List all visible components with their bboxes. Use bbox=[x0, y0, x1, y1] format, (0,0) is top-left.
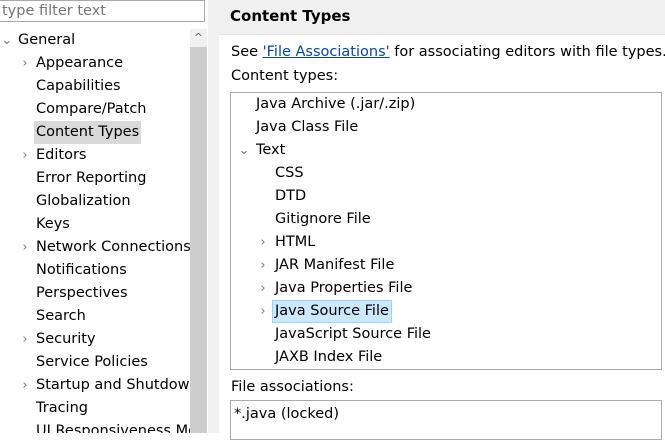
chevron-right-icon[interactable]: › bbox=[256, 300, 270, 323]
chevron-right-icon[interactable]: › bbox=[18, 374, 32, 397]
tree-item-label: Perspectives bbox=[36, 285, 128, 301]
chevron-right-icon[interactable]: › bbox=[18, 236, 32, 259]
tree-item-label: Editors bbox=[36, 147, 87, 163]
tree-item-label: Error Reporting bbox=[36, 170, 147, 186]
content-type-label: Java Archive (.jar/.zip) bbox=[256, 96, 416, 112]
tree-item-label: Startup and Shutdown bbox=[36, 377, 190, 393]
content-type-label: Gitignore File bbox=[275, 211, 371, 227]
tree-item-label: Notifications bbox=[36, 262, 127, 278]
content-type-label: DTD bbox=[275, 188, 307, 204]
content-type-label: Java Source File bbox=[272, 300, 392, 323]
tree-item-label: General bbox=[18, 32, 76, 48]
content-types-label: Content types: bbox=[231, 68, 339, 84]
tree-item-label: Network Connections bbox=[36, 239, 190, 255]
content-type-label: JAR Manifest File bbox=[275, 257, 395, 273]
tree-item-label: Tracing bbox=[36, 400, 88, 416]
preferences-tree: ⌄ General › Appearance Capabilities Compare… bbox=[0, 29, 190, 433]
tree-item-label: Content Types bbox=[34, 121, 142, 144]
chevron-down-icon[interactable]: ⌄ bbox=[0, 29, 14, 52]
chevron-right-icon[interactable]: › bbox=[18, 52, 32, 75]
tree-item-label: UI Responsiveness Monitoring bbox=[36, 423, 190, 433]
chevron-right-icon[interactable]: › bbox=[18, 328, 32, 351]
chevron-right-icon[interactable]: › bbox=[256, 231, 270, 254]
left-scrollbar-thumb[interactable] bbox=[190, 47, 207, 433]
file-association-item[interactable]: *.java (locked) bbox=[234, 404, 339, 424]
page-description: See 'File Associations' for associating … bbox=[231, 42, 665, 62]
tree-item-label: Capabilities bbox=[36, 78, 121, 94]
page-title: Content Types bbox=[230, 7, 351, 25]
chevron-right-icon[interactable]: › bbox=[256, 254, 270, 277]
content-type-label: CSS bbox=[275, 165, 304, 181]
content-types-tree[interactable]: Java Archive (.jar/.zip) Java Class File ⌄… bbox=[230, 92, 662, 370]
file-associations-list[interactable]: *.java (locked) bbox=[230, 400, 662, 440]
content-type-label: Text bbox=[256, 142, 286, 158]
chevron-right-icon[interactable]: › bbox=[256, 277, 270, 300]
tree-item-label: Search bbox=[36, 308, 86, 324]
desc-prefix: See bbox=[231, 44, 263, 60]
scroll-up-icon[interactable]: ^ bbox=[190, 29, 207, 47]
content-type-label: JavaScript Source File bbox=[275, 326, 431, 342]
file-associations-link[interactable]: 'File Associations' bbox=[263, 44, 390, 60]
filter-input[interactable] bbox=[0, 0, 205, 22]
chevron-right-icon[interactable]: › bbox=[18, 144, 32, 167]
chevron-down-icon[interactable]: ⌄ bbox=[237, 139, 251, 162]
tree-item-label: Service Policies bbox=[36, 354, 148, 370]
pane-divider[interactable] bbox=[208, 0, 219, 433]
file-associations-label: File associations: bbox=[231, 379, 354, 395]
desc-suffix: for associating editors with file types. bbox=[389, 44, 665, 60]
tree-item-label: Security bbox=[36, 331, 96, 347]
tree-item-label: Keys bbox=[36, 216, 70, 232]
tree-item-label: Appearance bbox=[36, 55, 124, 71]
tree-item-label: Compare/Patch bbox=[36, 101, 147, 117]
content-type-label: JAXB Index File bbox=[275, 349, 383, 365]
content-type-label: Java Properties File bbox=[275, 280, 413, 296]
tree-item-label: Globalization bbox=[36, 193, 131, 209]
content-type-label: HTML bbox=[275, 234, 316, 250]
content-type-label: Java Class File bbox=[256, 119, 359, 135]
